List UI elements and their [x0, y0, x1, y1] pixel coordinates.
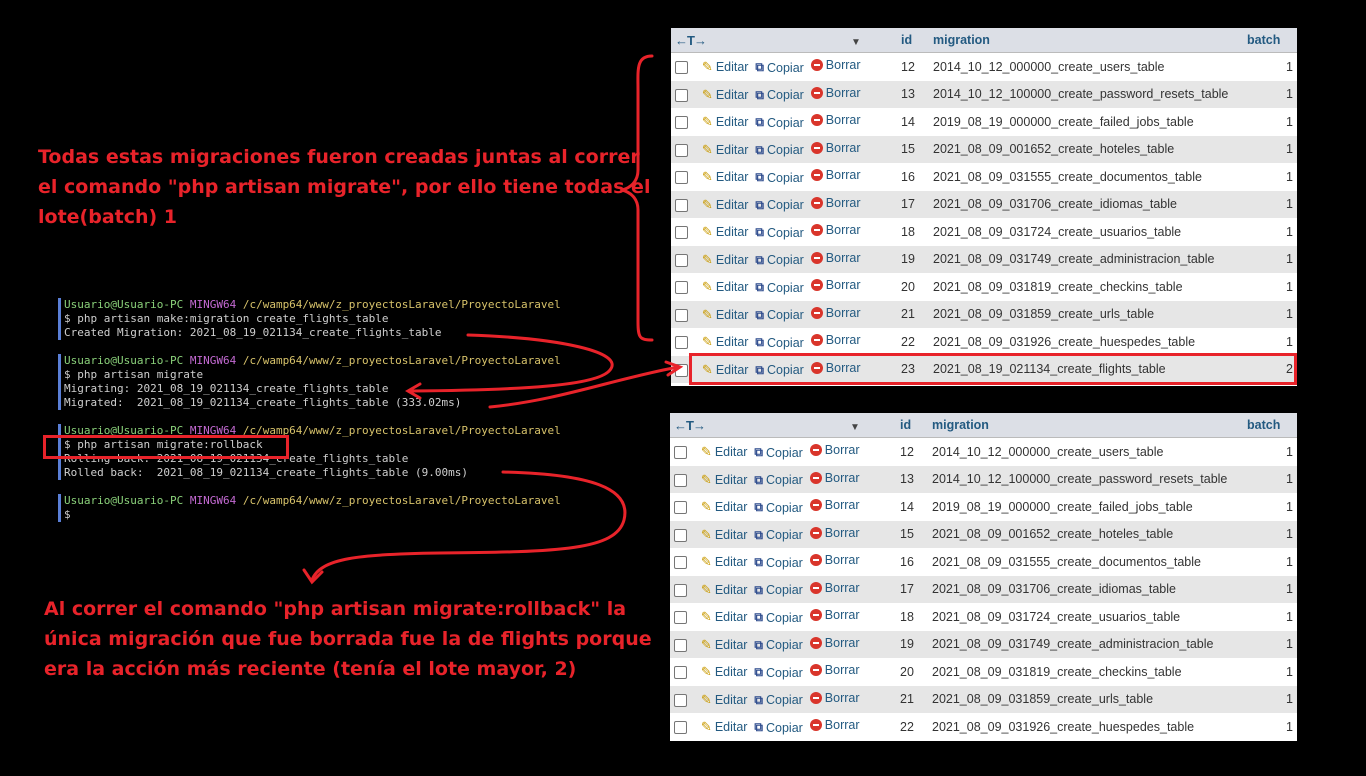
arrow-rollback-to-note: [310, 470, 627, 582]
annotation-arrows: [302, 54, 684, 585]
arrow-created-to-migrate: [408, 333, 614, 393]
bracket-brace: [621, 54, 654, 342]
